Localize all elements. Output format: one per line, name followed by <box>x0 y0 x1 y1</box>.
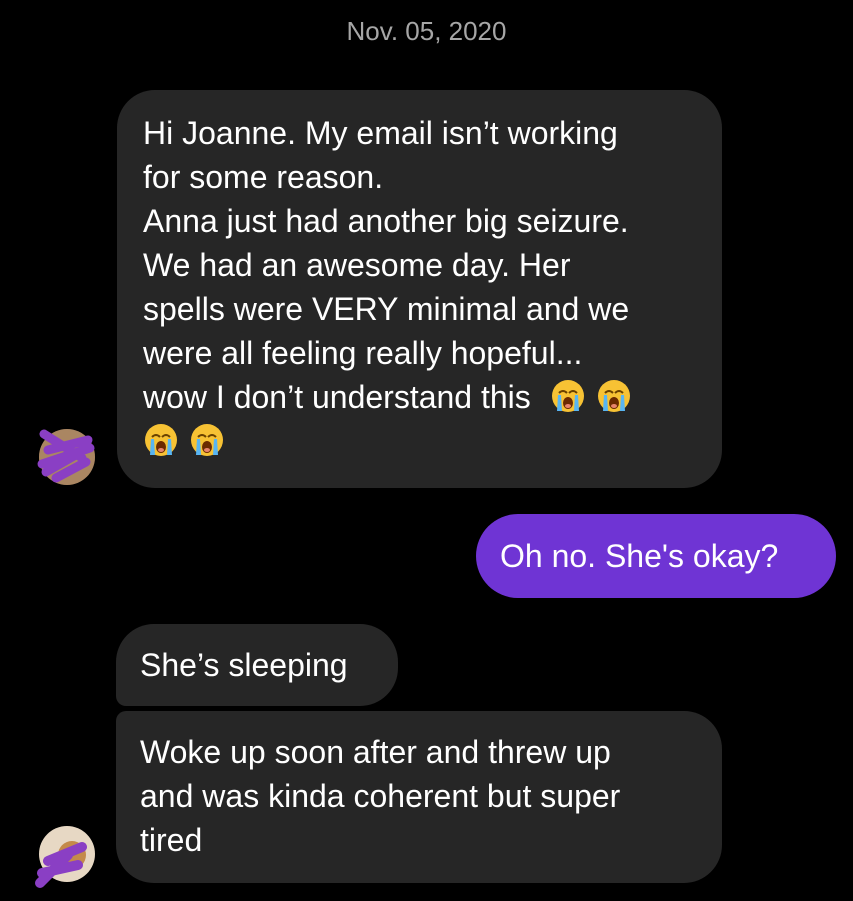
loudly-crying-face-icon <box>597 380 630 412</box>
message-text-line: Anna just had another big seizure. <box>143 203 629 239</box>
message-text-line-with-emoji: wow I don’t understand this <box>143 375 694 419</box>
message-text-line: for some reason. <box>143 159 384 195</box>
message-text-line: and was kinda coherent but super <box>140 778 621 814</box>
date-header: Nov. 05, 2020 <box>346 16 507 46</box>
message-bubble-incoming[interactable]: Woke up soon after and threw up and was … <box>116 711 722 883</box>
message-text-line: were all feeling really hopeful... <box>143 335 583 371</box>
loudly-crying-face-icon <box>191 424 223 456</box>
message-text: wow I don’t understand this <box>143 379 531 415</box>
message-text-line: Hi Joanne. My email isn’t working <box>143 115 618 151</box>
message-bubble-incoming[interactable]: Hi Joanne. My email isn’t working for so… <box>117 90 722 488</box>
message-bubble-outgoing[interactable]: Oh no. She's okay? <box>476 514 836 598</box>
message-bubble-incoming[interactable]: She’s sleeping <box>116 624 398 706</box>
message-text: She’s sleeping <box>140 647 348 683</box>
message-text-line: spells were VERY minimal and we <box>143 291 630 327</box>
loudly-crying-face-icon <box>145 424 177 456</box>
emoji-line <box>143 419 694 463</box>
message-text-line: Woke up soon after and threw up <box>140 734 611 770</box>
loudly-crying-face-icon <box>551 380 584 412</box>
message-text-line: tired <box>140 822 203 858</box>
message-text: Oh no. She's okay? <box>500 538 779 574</box>
contact-avatar[interactable] <box>35 825 96 888</box>
contact-avatar[interactable] <box>37 428 96 486</box>
message-text-line: We had an awesome day. Her <box>143 247 571 283</box>
